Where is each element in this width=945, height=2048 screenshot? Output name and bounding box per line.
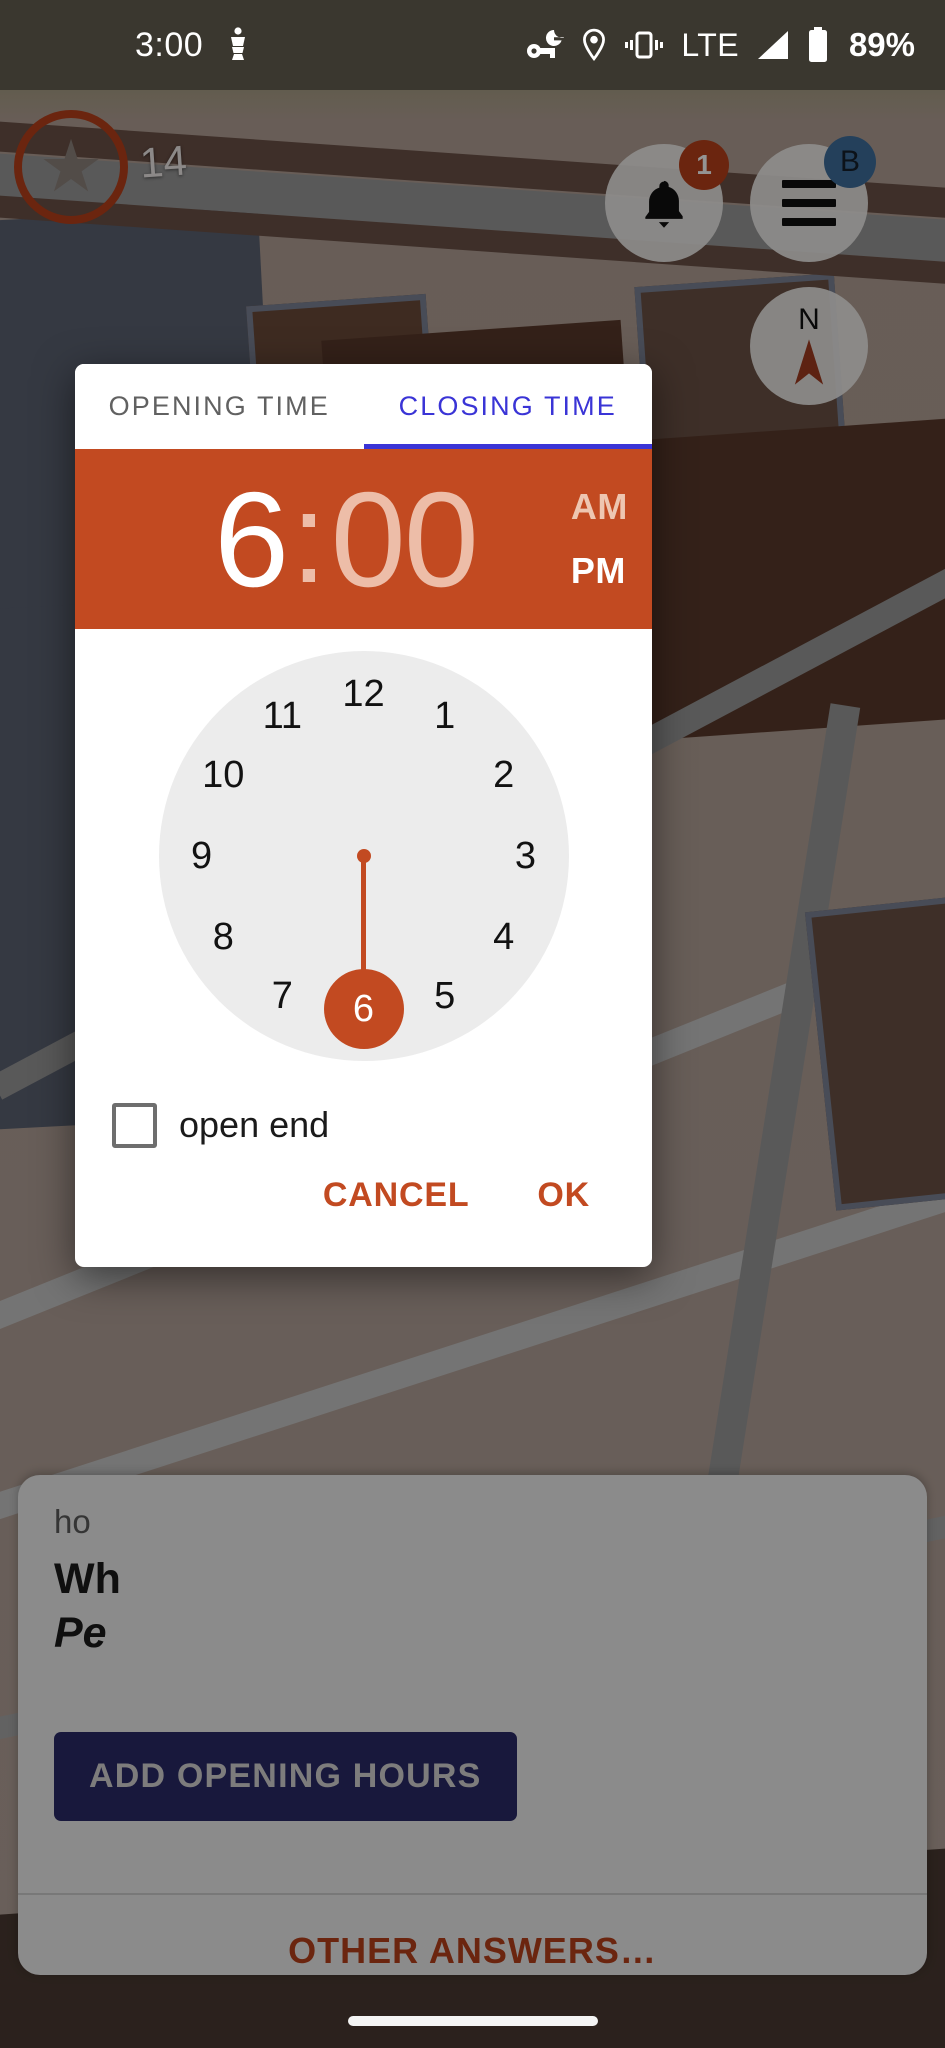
- clock-number-5[interactable]: 5: [413, 965, 477, 1029]
- time-display-header: 6 : 00 AM PM: [75, 449, 652, 630]
- clock-number-12[interactable]: 12: [332, 662, 396, 726]
- clock-number-7[interactable]: 7: [250, 965, 314, 1029]
- dialog-actions: CANCEL OK: [75, 1166, 652, 1267]
- clock-picker[interactable]: 12 1 2 3 4 5 7 8 9 10 11 6: [75, 629, 652, 1085]
- am-button[interactable]: AM: [571, 489, 628, 525]
- clock-hand-center: [356, 849, 371, 864]
- network-type-label: LTE: [681, 26, 739, 63]
- tab-opening-time[interactable]: OPENING TIME: [75, 364, 364, 450]
- battery-icon: [808, 27, 827, 62]
- open-end-checkbox[interactable]: [112, 1102, 157, 1148]
- dialog-tabs: OPENING TIME CLOSING TIME: [75, 364, 652, 450]
- time-picker-dialog: OPENING TIME CLOSING TIME 6 : 00 AM PM 1…: [75, 364, 652, 1267]
- minute-display[interactable]: 00: [331, 472, 479, 607]
- clock-selected-hour-knob[interactable]: 6: [323, 969, 404, 1050]
- clock-number-11[interactable]: 11: [250, 684, 314, 748]
- status-bar-left: 3:00: [135, 26, 251, 65]
- clock-number-10[interactable]: 10: [191, 743, 255, 807]
- signal-bars-icon: [757, 31, 788, 59]
- time-separator: :: [291, 467, 327, 611]
- clock-face[interactable]: 12 1 2 3 4 5 7 8 9 10 11 6: [158, 651, 569, 1062]
- battery-percent-label: 89%: [848, 26, 915, 63]
- clock-number-3[interactable]: 3: [493, 824, 557, 888]
- google-key-icon: [527, 30, 565, 58]
- tab-closing-time[interactable]: CLOSING TIME: [363, 364, 652, 450]
- clock-number-8[interactable]: 8: [191, 906, 255, 970]
- vibrate-icon: [625, 31, 664, 59]
- open-end-label: open end: [179, 1104, 330, 1146]
- status-clock: 3:00: [135, 25, 204, 64]
- phone-screen: ★ 14 1 B N ho Wh Pe ADD OPENING HOURS OT…: [0, 0, 945, 2048]
- pm-button[interactable]: PM: [571, 553, 628, 589]
- open-end-row[interactable]: open end: [75, 1085, 652, 1166]
- status-bar: 3:00 LTE 89%: [0, 0, 945, 90]
- clock-number-4[interactable]: 4: [472, 906, 536, 970]
- clock-number-2[interactable]: 2: [472, 743, 536, 807]
- ok-button[interactable]: OK: [521, 1166, 606, 1225]
- location-pin-icon: [583, 28, 606, 62]
- clock-number-1[interactable]: 1: [413, 684, 477, 748]
- clock-number-9[interactable]: 9: [170, 824, 234, 888]
- meridiem-selector: AM PM: [571, 489, 628, 589]
- status-bar-right: LTE 89%: [526, 0, 915, 90]
- home-indicator[interactable]: [347, 2016, 598, 2026]
- chess-queen-icon: [231, 27, 246, 60]
- hour-display[interactable]: 6: [214, 472, 289, 607]
- cancel-button[interactable]: CANCEL: [307, 1166, 485, 1225]
